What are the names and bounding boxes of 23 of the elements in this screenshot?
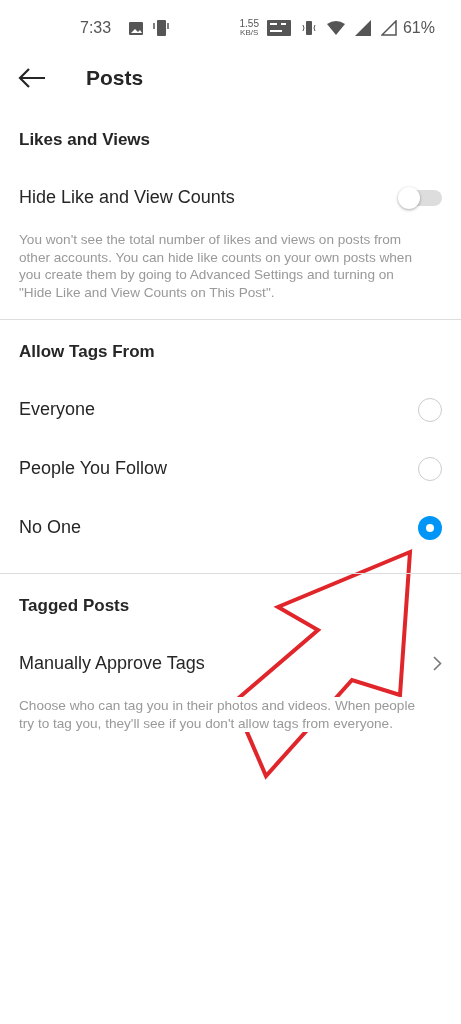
battery-level: 61%: [402, 19, 435, 37]
back-arrow-icon[interactable]: [18, 68, 46, 88]
option-label: No One: [19, 517, 82, 538]
section-title: Likes and Views: [18, 129, 152, 151]
signal-icon: [354, 20, 371, 36]
setting-label: Hide Like and View Counts: [19, 187, 235, 208]
chevron-right-icon: [433, 656, 442, 671]
option-label: Everyone: [19, 399, 96, 420]
signal-icon: [380, 20, 397, 36]
page-title: Posts: [86, 66, 144, 90]
radio-button[interactable]: [418, 515, 442, 540]
wifi-icon: [326, 21, 345, 35]
setting-label[interactable]: Manually Approve Tags: [19, 653, 205, 674]
speed-unit: KB/S: [240, 29, 259, 37]
section-title: Tagged Posts: [18, 595, 131, 617]
vibrate-icon: [300, 20, 317, 36]
phone-icon: [153, 19, 170, 37]
network-speed: 1.55: [239, 19, 259, 29]
image-icon: [129, 21, 144, 35]
option-label: People You Follow: [19, 458, 168, 479]
section-title: Allow Tags From: [18, 341, 156, 363]
status-time: 7:33: [80, 19, 112, 37]
volte-icon: [266, 20, 291, 36]
